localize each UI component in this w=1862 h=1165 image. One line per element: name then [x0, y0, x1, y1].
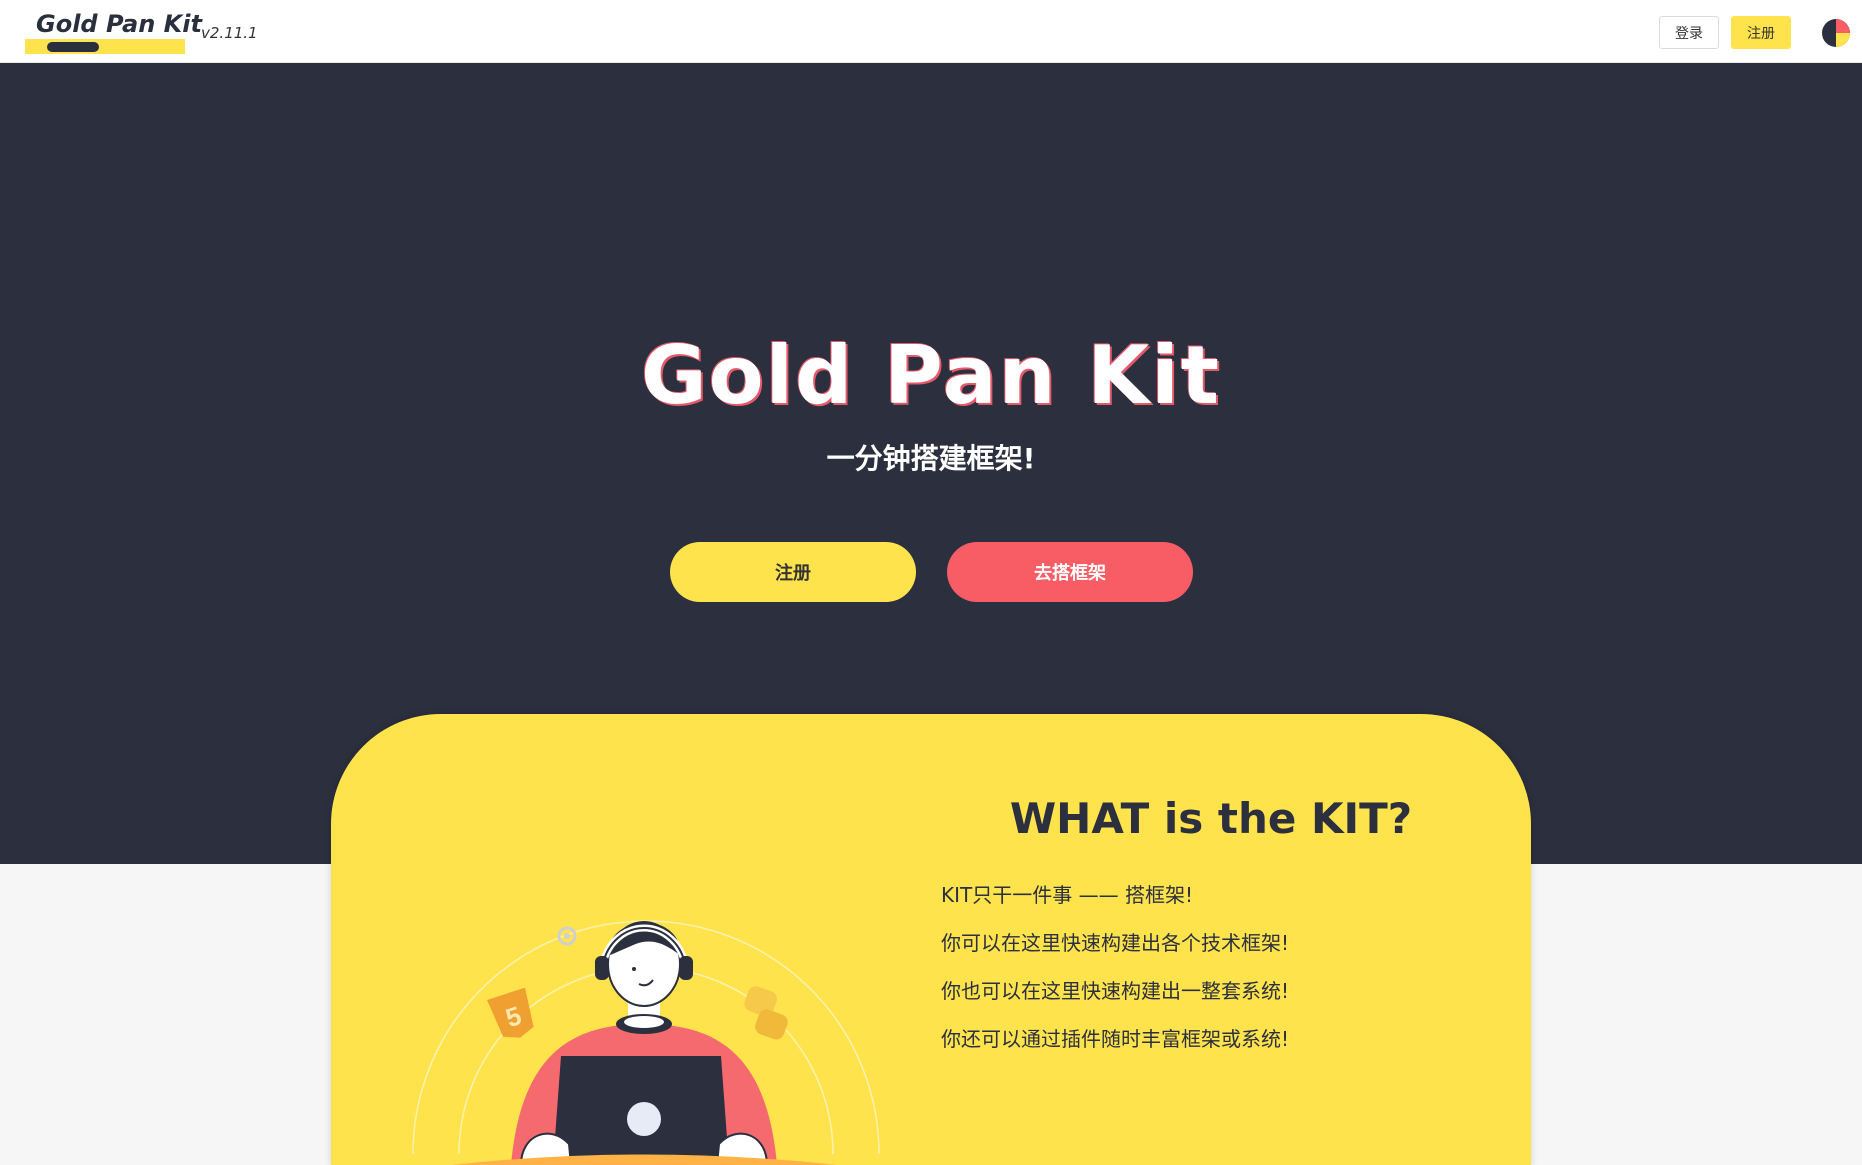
hero-register-button[interactable]: 注册 [670, 542, 916, 602]
hero-title: Gold Pan Kit [640, 329, 1222, 422]
logo-pill-shape [47, 42, 99, 52]
intro-line: KIT只干一件事 —— 搭框架! [941, 883, 1193, 907]
intro-card: 5 WHAT is the KIT? KIT只干一件事 —— 搭框架! 你可以在… [331, 714, 1531, 1165]
top-navbar: Gold Pan Kit v2.11.1 登录 注册 [0, 0, 1862, 63]
intro-line: 你也可以在这里快速构建出一整套系统! [941, 979, 1290, 1003]
developer-illustration: 5 [412, 920, 880, 1165]
logo[interactable]: Gold Pan Kit [25, 10, 202, 54]
intro-line: 你可以在这里快速构建出各个技术框架! [941, 931, 1290, 955]
hero-subtitle: 一分钟搭建框架! [826, 442, 1036, 475]
intro-line: 你还可以通过插件随时丰富框架或系统! [941, 1027, 1290, 1051]
theme-palette-icon[interactable] [1821, 18, 1851, 48]
logo-text: Gold Pan Kit [36, 10, 202, 38]
version-label: v2.11.1 [201, 24, 258, 42]
intro-title: WHAT is the KIT? [1009, 794, 1413, 843]
build-framework-button[interactable]: 去搭框架 [947, 542, 1193, 602]
register-button-top[interactable]: 注册 [1731, 16, 1791, 49]
login-button[interactable]: 登录 [1659, 16, 1719, 49]
